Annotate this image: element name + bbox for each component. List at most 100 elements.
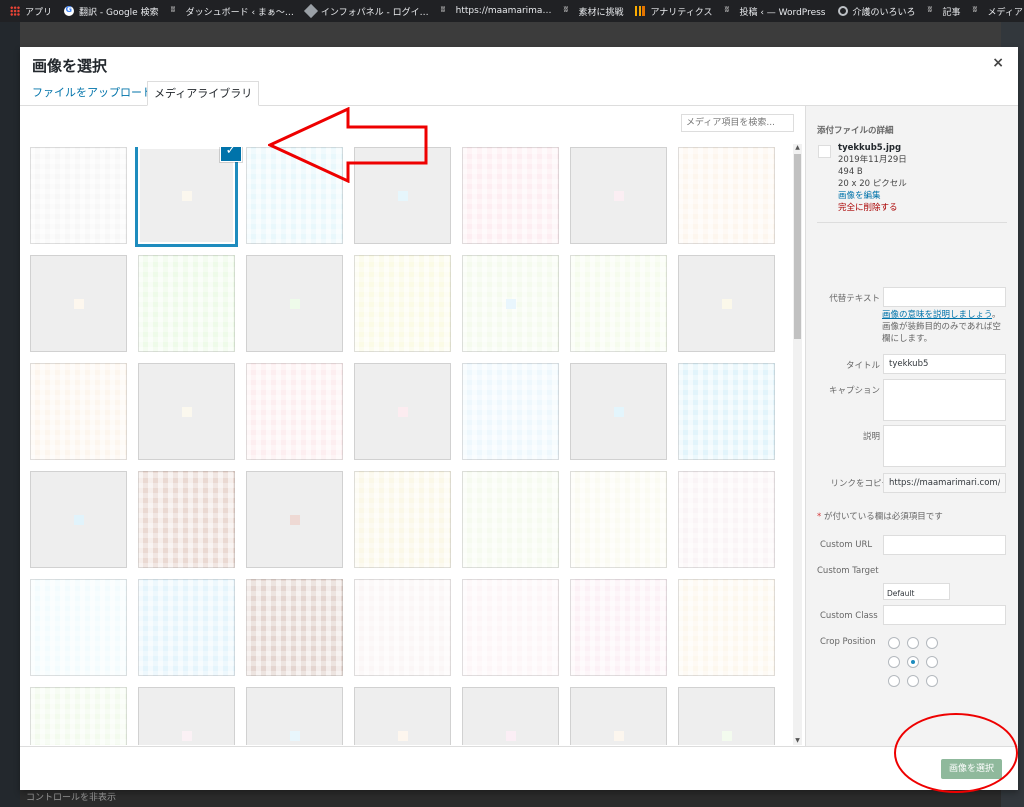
bookmark-label: 翻訳 - Google 検索 (79, 7, 159, 18)
media-thumbnail[interactable] (570, 579, 667, 676)
media-thumbnail[interactable] (246, 363, 343, 460)
media-thumbnail[interactable] (30, 579, 127, 676)
modal-title: 画像を選択 (32, 57, 108, 75)
wordpress-icon: ʬ (563, 5, 569, 15)
media-thumbnail[interactable] (138, 363, 235, 460)
thumbnail-preview (506, 299, 516, 309)
checkmark-icon[interactable]: ✓ (221, 147, 241, 161)
media-search-input[interactable] (681, 114, 794, 132)
media-thumbnail[interactable] (30, 687, 127, 745)
media-thumbnail[interactable] (30, 147, 127, 244)
custom-url-field[interactable] (883, 535, 1006, 555)
media-thumbnail[interactable] (678, 579, 775, 676)
delete-permanently-link[interactable]: 完全に削除する (838, 202, 907, 214)
bookmark-item[interactable]: ʬ メディアライブラリ ‹ まぁ… (967, 0, 1024, 22)
tab-media-library[interactable]: メディアライブラリ (147, 81, 260, 106)
attachment-size: 494 B (838, 167, 863, 177)
media-thumbnail[interactable] (678, 471, 775, 568)
bookmark-item[interactable]: インフォパネル - ログイ… (300, 0, 435, 22)
description-field[interactable] (883, 425, 1006, 467)
media-thumbnail[interactable] (462, 471, 559, 568)
media-thumbnail[interactable] (462, 147, 559, 244)
bookmark-item[interactable]: 介護のいろいろ (832, 0, 922, 22)
copy-link-field[interactable] (883, 473, 1006, 493)
bookmark-item[interactable]: アナリティクス (629, 0, 718, 22)
crop-position-radio[interactable] (888, 637, 900, 649)
scroll-down-icon[interactable]: ▼ (794, 737, 801, 745)
media-thumbnail-selected[interactable]: ✓ (138, 147, 241, 244)
hide-controls-text[interactable]: コントロールを非表示 (20, 790, 1001, 807)
media-thumbnail[interactable] (138, 471, 235, 568)
custom-class-field[interactable] (883, 605, 1006, 625)
custom-target-label: Custom Target (817, 566, 879, 576)
media-thumbnail[interactable] (138, 687, 235, 745)
media-thumbnail[interactable] (462, 363, 559, 460)
media-thumbnail[interactable] (30, 363, 127, 460)
media-thumbnail[interactable] (246, 255, 343, 352)
title-field[interactable] (883, 354, 1006, 374)
thumbnail-preview (398, 191, 408, 201)
scrollbar-thumb[interactable] (794, 154, 801, 339)
crop-position-radio[interactable] (926, 637, 938, 649)
bookmark-label: インフォパネル - ログイ… (320, 7, 429, 18)
thumbnail-preview (722, 731, 732, 741)
copy-link-label: リンクをコピー (830, 479, 890, 489)
media-thumbnail[interactable] (354, 363, 451, 460)
google-icon (64, 5, 75, 16)
media-thumbnail[interactable] (678, 363, 775, 460)
bookmark-item[interactable]: 翻訳 - Google 検索 (58, 0, 165, 22)
alt-text-help-link[interactable]: 画像の意味を説明しましょう (882, 310, 992, 320)
edit-image-link[interactable]: 画像を編集 (838, 190, 907, 202)
tab-upload-files[interactable]: ファイルをアップロード (26, 81, 159, 106)
close-icon[interactable]: × (992, 55, 1004, 71)
bookmark-item[interactable]: ʬ https://maamarima… (435, 0, 558, 22)
media-thumbnail[interactable] (570, 147, 667, 244)
thumbnail-preview (290, 299, 300, 309)
bookmark-label: ダッシュボード ‹ まぁ〜… (185, 7, 294, 18)
crop-position-radio[interactable] (907, 637, 919, 649)
media-thumbnail[interactable] (246, 579, 343, 676)
bookmark-item[interactable]: ʬ 投稿 ‹ — WordPress (718, 0, 831, 22)
bookmark-item[interactable]: アプリ (4, 0, 58, 22)
media-thumbnail[interactable] (354, 579, 451, 676)
caption-field[interactable] (883, 379, 1006, 421)
media-thumbnail[interactable] (30, 255, 127, 352)
media-thumbnail[interactable] (678, 687, 775, 745)
crop-position-radio[interactable] (888, 656, 900, 668)
media-thumbnail[interactable] (138, 579, 235, 676)
media-thumbnail[interactable] (570, 255, 667, 352)
media-thumbnail[interactable] (30, 471, 127, 568)
crop-position-radio[interactable] (907, 656, 919, 668)
alt-text-field[interactable] (883, 287, 1006, 307)
media-thumbnail[interactable] (462, 255, 559, 352)
crop-position-radio[interactable] (926, 656, 938, 668)
crop-position-radio[interactable] (907, 675, 919, 687)
media-thumbnail[interactable] (138, 255, 235, 352)
media-thumbnail[interactable] (570, 687, 667, 745)
bookmark-item[interactable]: ʬ 記事 (922, 0, 967, 22)
custom-url-label: Custom URL (820, 540, 873, 550)
crop-position-radio[interactable] (926, 675, 938, 687)
media-thumbnail[interactable] (354, 471, 451, 568)
media-thumbnail[interactable] (246, 471, 343, 568)
media-thumbnail[interactable] (246, 687, 343, 745)
bookmark-item[interactable]: ʬ 素材に挑戦 (557, 0, 629, 22)
media-thumbnail[interactable] (678, 147, 775, 244)
media-thumbnail[interactable] (462, 687, 559, 745)
media-thumbnail[interactable] (354, 255, 451, 352)
grid-scrollbar[interactable]: ▲ ▼ (793, 144, 802, 745)
wordpress-icon: ʬ (927, 5, 933, 15)
modal-tabs: ファイルをアップロード メディアライブラリ (20, 81, 1018, 106)
alt-text-help: 画像の意味を説明しましょう。画像が装飾目的のみであれば空欄にします。 (882, 309, 1008, 345)
custom-target-select[interactable]: Default (883, 583, 950, 600)
media-thumbnail[interactable] (570, 363, 667, 460)
wordpress-icon: ʬ (972, 5, 978, 15)
scroll-up-icon[interactable]: ▲ (794, 144, 801, 152)
media-thumbnail[interactable] (570, 471, 667, 568)
media-thumbnail[interactable] (678, 255, 775, 352)
media-thumbnail[interactable] (354, 687, 451, 745)
bookmark-item[interactable]: ʬ ダッシュボード ‹ まぁ〜… (165, 0, 300, 22)
bookmark-label: 介護のいろいろ (852, 7, 916, 18)
crop-position-radio[interactable] (888, 675, 900, 687)
media-thumbnail[interactable] (462, 579, 559, 676)
